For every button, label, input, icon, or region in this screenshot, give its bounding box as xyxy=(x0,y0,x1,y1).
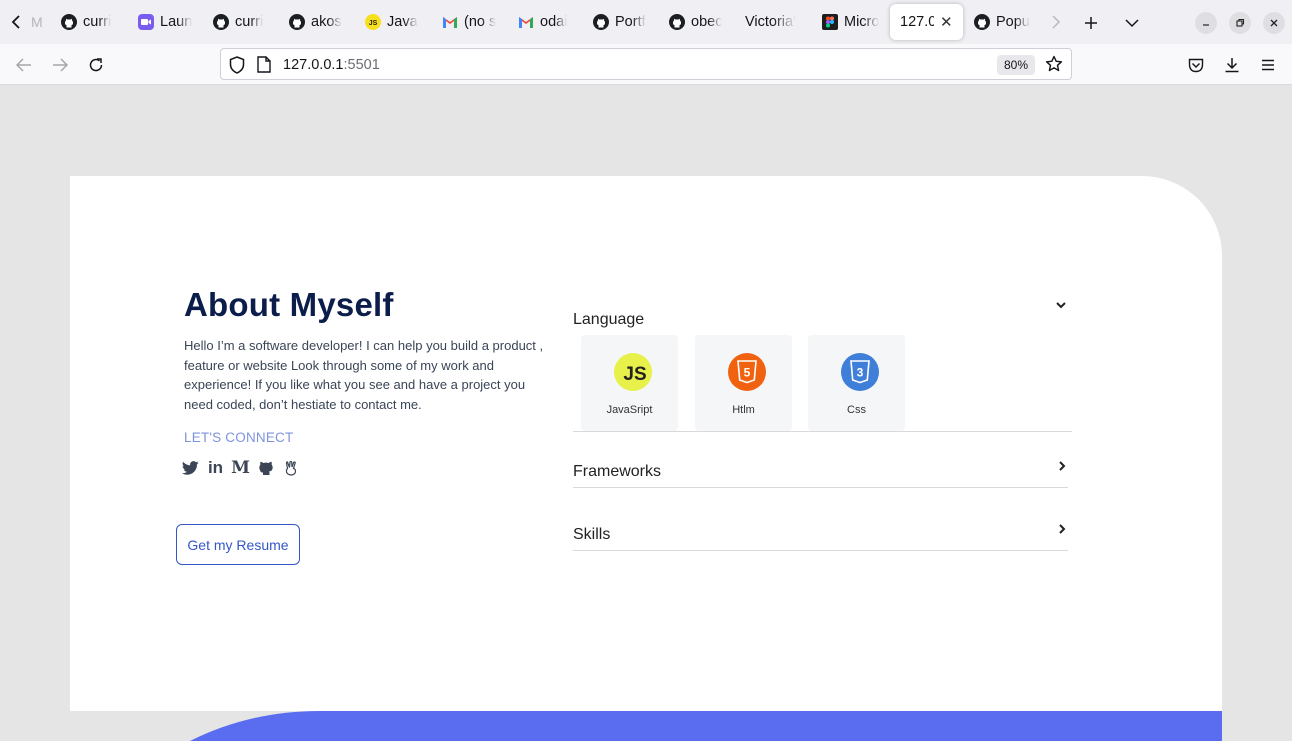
figma-icon xyxy=(822,14,838,30)
github-icon xyxy=(213,14,229,30)
tab-github-portf[interactable]: Portf xyxy=(593,4,655,40)
app-menu-icon[interactable] xyxy=(1256,53,1280,77)
accordion-language-header[interactable]: Language xyxy=(573,311,644,329)
list-all-tabs-icon[interactable] xyxy=(1121,12,1143,34)
divider xyxy=(573,431,1072,432)
url-text[interactable]: 127.0.0.1:5501 xyxy=(283,57,380,73)
linkedin-icon[interactable]: in xyxy=(203,458,228,478)
tab-zoom-launch[interactable]: Laun xyxy=(138,4,200,40)
svg-text:JS: JS xyxy=(369,20,378,27)
github-icon xyxy=(593,14,609,30)
tab-scroll-left-icon[interactable] xyxy=(4,12,28,32)
svg-text:5: 5 xyxy=(744,366,751,380)
zoom-icon xyxy=(138,14,154,30)
bookmark-star-icon[interactable] xyxy=(1045,55,1063,78)
html5-icon: 5 xyxy=(728,353,766,391)
zoom-level-badge[interactable]: 80% xyxy=(997,55,1035,75)
minimize-icon[interactable] xyxy=(1195,12,1217,34)
about-description: Hello I’m a software developer! I can he… xyxy=(184,338,544,412)
accordion-frameworks-header[interactable]: Frameworks xyxy=(573,463,661,481)
tab-victoria[interactable]: Victoria' xyxy=(745,4,807,40)
gmail-icon xyxy=(442,14,458,30)
language-card-css: 3 Css xyxy=(808,335,905,431)
tab-github-curri-1[interactable]: curri xyxy=(61,4,123,40)
chevron-right-icon[interactable] xyxy=(1055,522,1069,536)
tab-scroll-right-icon[interactable] xyxy=(1046,12,1066,32)
css3-icon: 3 xyxy=(841,353,879,391)
navigation-toolbar: 127.0.0.1:5501 80% xyxy=(0,44,1292,85)
next-section-band xyxy=(70,711,1222,741)
back-icon[interactable] xyxy=(12,53,36,77)
forward-icon[interactable] xyxy=(48,53,72,77)
language-card-javascript: JS JavaSript xyxy=(581,335,678,431)
close-window-icon[interactable] xyxy=(1263,12,1285,34)
tab-github-akos[interactable]: akos xyxy=(289,4,351,40)
divider xyxy=(573,487,1068,488)
page-info-icon[interactable] xyxy=(257,56,271,78)
tab-figma-micro[interactable]: Micro xyxy=(822,4,884,40)
language-name: Htlm xyxy=(732,404,755,416)
social-links: in M xyxy=(178,458,303,478)
javascript-icon: JS xyxy=(365,14,381,30)
tab-github-popu[interactable]: Popu xyxy=(974,4,1036,40)
tab-gmail-odai[interactable]: odai xyxy=(518,4,580,40)
address-bar[interactable]: 127.0.0.1:5501 80% xyxy=(220,48,1072,80)
tab-gmail-inbox[interactable]: (no s xyxy=(442,4,504,40)
gmail-icon xyxy=(518,14,534,30)
tab-fragment[interactable]: M xyxy=(31,14,43,30)
pocket-icon[interactable] xyxy=(1184,53,1208,77)
chevron-right-icon[interactable] xyxy=(1055,459,1069,473)
tab-strip: M curri Laun curri akos JS Java (no s od… xyxy=(0,0,1292,44)
tab-github-curri-2[interactable]: curri xyxy=(213,4,275,40)
downloads-icon[interactable] xyxy=(1220,53,1244,77)
twitter-icon[interactable] xyxy=(178,458,203,478)
tracking-protection-shield-icon[interactable] xyxy=(229,56,245,79)
about-section-card: About Myself Hello I’m a software develo… xyxy=(70,176,1222,711)
new-tab-icon[interactable] xyxy=(1080,12,1102,34)
javascript-icon: JS xyxy=(614,353,652,391)
close-tab-icon[interactable]: ✕ xyxy=(940,13,953,31)
divider xyxy=(573,550,1068,551)
language-name: Css xyxy=(847,404,866,416)
language-card-html: 5 Htlm xyxy=(695,335,792,431)
chevron-down-icon[interactable] xyxy=(1054,298,1068,312)
github-icon xyxy=(669,14,685,30)
about-title: About Myself xyxy=(184,286,394,323)
medium-icon[interactable]: M xyxy=(228,458,253,478)
github-icon[interactable] xyxy=(253,458,278,478)
reload-icon[interactable] xyxy=(84,53,108,77)
angellist-icon[interactable] xyxy=(278,458,303,478)
github-icon xyxy=(974,14,990,30)
accordion-skills-header[interactable]: Skills xyxy=(573,526,610,544)
tab-javascript[interactable]: JS Java xyxy=(365,4,427,40)
tab-active-localhost[interactable]: 127.0 ✕ xyxy=(890,4,963,40)
svg-text:3: 3 xyxy=(857,366,864,380)
restore-icon[interactable] xyxy=(1229,12,1251,34)
language-name: JavaSript xyxy=(606,404,653,416)
lets-connect-label: LET'S CONNECT xyxy=(184,430,294,445)
tab-github-obec[interactable]: obec xyxy=(669,4,731,40)
get-resume-button[interactable]: Get my Resume xyxy=(176,524,300,565)
github-icon xyxy=(289,14,305,30)
github-icon xyxy=(61,14,77,30)
